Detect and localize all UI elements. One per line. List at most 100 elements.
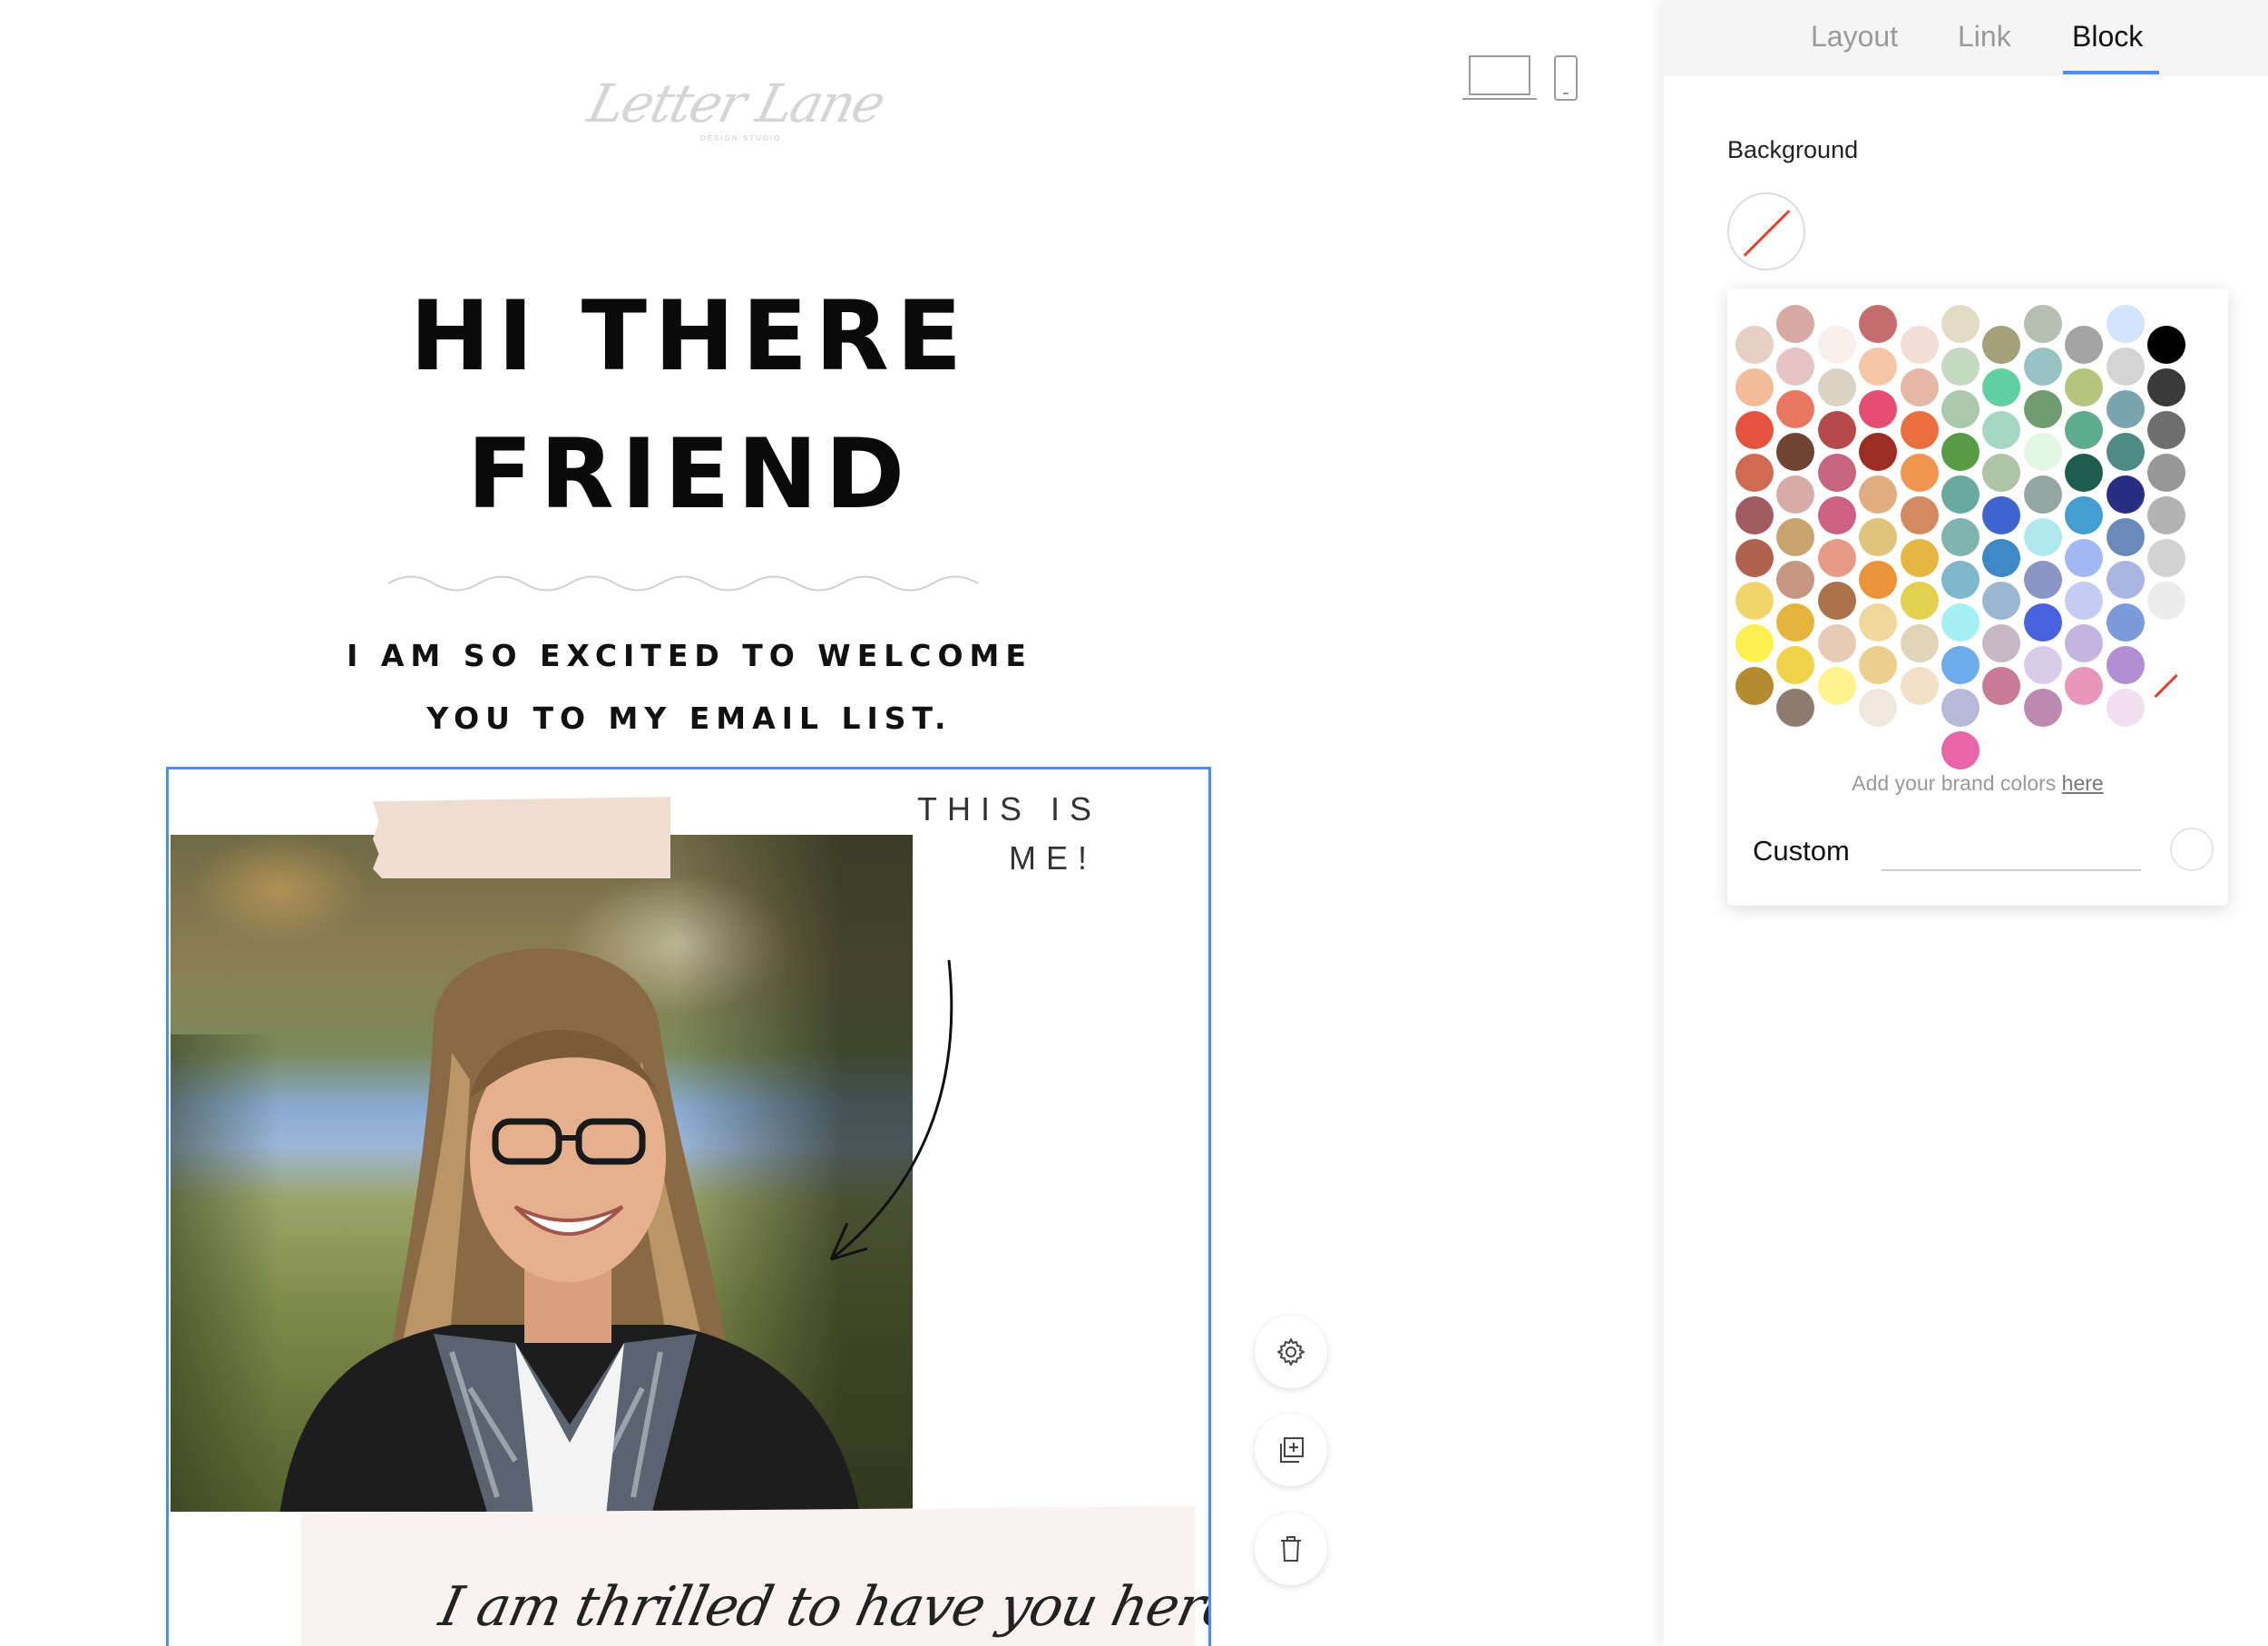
color-swatch[interactable] <box>1900 539 1939 577</box>
custom-color-input[interactable] <box>1882 831 2141 871</box>
color-swatch[interactable] <box>2147 624 2185 662</box>
color-swatch[interactable] <box>1982 582 2021 620</box>
color-swatch[interactable] <box>1859 390 1898 428</box>
color-swatch[interactable] <box>1900 326 1939 364</box>
color-swatch[interactable] <box>2023 518 2062 556</box>
custom-color-preview[interactable] <box>2170 828 2214 871</box>
color-swatch[interactable] <box>1900 624 1939 662</box>
color-swatch[interactable] <box>1941 646 1980 684</box>
mobile-view-toggle[interactable] <box>1553 54 1579 102</box>
color-swatch[interactable] <box>1900 368 1939 407</box>
color-swatch[interactable] <box>1817 411 1856 449</box>
color-swatch[interactable] <box>1735 326 1774 364</box>
color-swatch[interactable] <box>1900 667 1939 705</box>
color-swatch[interactable] <box>2065 667 2104 705</box>
color-swatch[interactable] <box>1982 326 2021 364</box>
color-swatch[interactable] <box>2106 305 2145 343</box>
color-swatch[interactable] <box>1982 368 2021 407</box>
desktop-view-toggle[interactable] <box>1462 54 1539 102</box>
welcome-line-1[interactable]: I AM SO EXCITED TO WELCOME <box>0 641 1379 671</box>
color-swatch[interactable] <box>1776 689 1815 727</box>
color-swatch[interactable] <box>1941 348 1980 386</box>
background-color-swatch[interactable] <box>1727 192 1805 270</box>
color-swatch[interactable] <box>1817 454 1856 492</box>
color-swatch[interactable] <box>2147 411 2185 449</box>
color-swatch[interactable] <box>1817 496 1856 534</box>
no-color-swatch[interactable] <box>2147 667 2185 705</box>
color-swatch[interactable] <box>1776 305 1815 343</box>
block-delete-button[interactable] <box>1255 1513 1327 1585</box>
color-swatch[interactable] <box>2147 539 2185 577</box>
color-swatch[interactable] <box>2106 348 2145 386</box>
color-swatch[interactable] <box>1982 411 2021 449</box>
color-swatch[interactable] <box>1735 496 1774 534</box>
color-swatch[interactable] <box>2065 496 2104 534</box>
color-swatch[interactable] <box>2023 433 2062 471</box>
selected-email-block[interactable]: THIS IS ME! I am thrilled to have you he… <box>166 767 1211 1646</box>
color-swatch[interactable] <box>1776 561 1815 599</box>
color-swatch[interactable] <box>2065 368 2104 407</box>
color-swatch[interactable] <box>1776 348 1815 386</box>
color-swatch[interactable] <box>2106 390 2145 428</box>
color-swatch[interactable] <box>2065 411 2104 449</box>
color-swatch[interactable] <box>1859 475 1898 514</box>
block-duplicate-button[interactable] <box>1255 1414 1327 1486</box>
color-swatch[interactable] <box>1982 624 2021 662</box>
color-swatch[interactable] <box>2147 582 2185 620</box>
color-swatch[interactable] <box>1859 348 1898 386</box>
color-swatch[interactable] <box>1735 582 1774 620</box>
color-swatch[interactable] <box>2147 454 2185 492</box>
color-swatch[interactable] <box>1941 689 1980 727</box>
color-swatch[interactable] <box>1817 326 1856 364</box>
color-swatch[interactable] <box>1735 368 1774 407</box>
color-swatch[interactable] <box>1735 411 1774 449</box>
color-swatch[interactable] <box>1735 667 1774 705</box>
color-swatch[interactable] <box>1859 561 1898 599</box>
color-swatch[interactable] <box>1776 518 1815 556</box>
headline-line-1[interactable]: HI THERE <box>0 289 1379 385</box>
color-swatch[interactable] <box>1941 561 1980 599</box>
color-swatch[interactable] <box>2023 689 2062 727</box>
color-swatch[interactable] <box>1735 539 1774 577</box>
color-swatch[interactable] <box>2023 390 2062 428</box>
color-swatch[interactable] <box>1817 667 1856 705</box>
color-swatch[interactable] <box>2106 433 2145 471</box>
color-swatch[interactable] <box>1982 454 2021 492</box>
color-swatch[interactable] <box>1776 390 1815 428</box>
headline-line-2[interactable]: FRIEND <box>0 426 1379 523</box>
color-swatch[interactable] <box>1982 539 2021 577</box>
color-swatch[interactable] <box>1859 646 1898 684</box>
color-swatch[interactable] <box>2065 582 2104 620</box>
color-swatch[interactable] <box>2065 454 2104 492</box>
color-swatch[interactable] <box>1735 454 1774 492</box>
color-swatch[interactable] <box>1859 689 1898 727</box>
color-swatch[interactable] <box>1776 433 1815 471</box>
color-swatch[interactable] <box>1859 305 1898 343</box>
color-swatch[interactable] <box>1817 582 1856 620</box>
color-swatch[interactable] <box>1735 624 1774 662</box>
color-swatch[interactable] <box>1982 496 2021 534</box>
note-text[interactable]: I am thrilled to have you here! You <box>435 1575 1208 1639</box>
color-swatch[interactable] <box>2106 561 2145 599</box>
color-swatch[interactable] <box>1900 582 1939 620</box>
color-swatch[interactable] <box>2147 368 2185 407</box>
color-swatch[interactable] <box>1941 518 1980 556</box>
color-swatch[interactable] <box>2023 646 2062 684</box>
color-swatch[interactable] <box>1900 454 1939 492</box>
color-swatch[interactable] <box>1941 603 1980 642</box>
color-swatch[interactable] <box>2065 539 2104 577</box>
color-swatch[interactable] <box>2023 603 2062 642</box>
color-swatch[interactable] <box>1859 518 1898 556</box>
color-swatch[interactable] <box>1941 731 1980 769</box>
color-swatch[interactable] <box>2106 518 2145 556</box>
color-swatch[interactable] <box>1817 624 1856 662</box>
color-swatch[interactable] <box>1776 646 1815 684</box>
color-swatch[interactable] <box>2147 496 2185 534</box>
color-swatch[interactable] <box>1859 433 1898 471</box>
caption-line-1[interactable]: THIS IS <box>917 793 1101 826</box>
color-swatch[interactable] <box>2023 561 2062 599</box>
color-swatch[interactable] <box>1817 368 1856 407</box>
tab-block[interactable]: Block <box>2072 22 2143 51</box>
welcome-line-2[interactable]: YOU TO MY EMAIL LIST. <box>0 703 1379 733</box>
block-settings-button[interactable] <box>1255 1316 1327 1388</box>
